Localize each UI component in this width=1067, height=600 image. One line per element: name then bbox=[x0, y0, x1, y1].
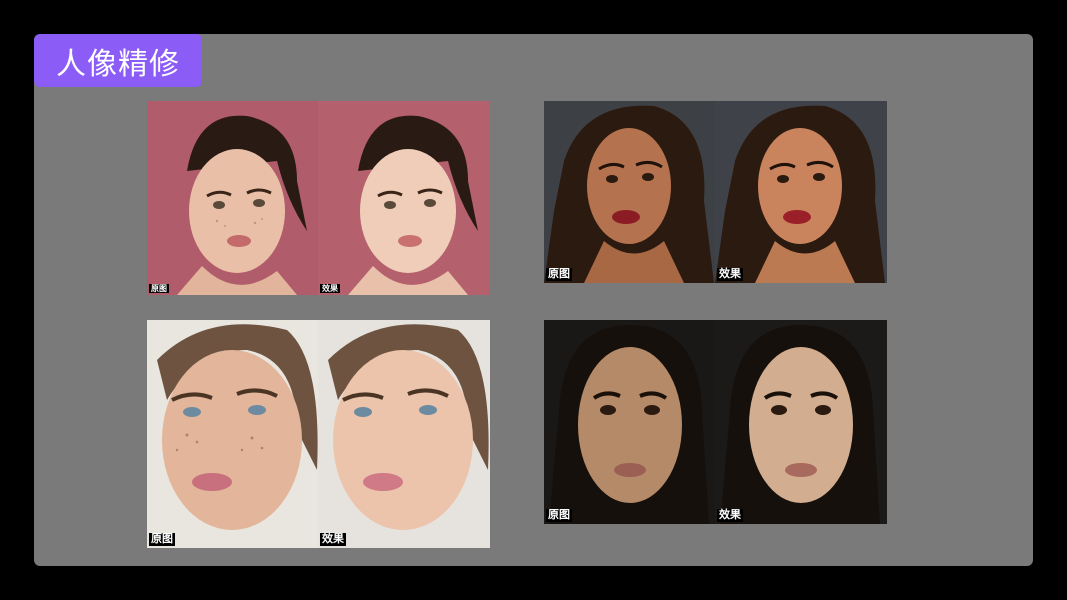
page-title: 人像精修 bbox=[56, 46, 180, 82]
portrait-image bbox=[544, 320, 715, 524]
example-pair-3: 原图 效果 bbox=[147, 320, 490, 548]
portrait-image bbox=[318, 101, 490, 295]
after-label: 效果 bbox=[320, 532, 346, 546]
before-photo[interactable]: 原图 bbox=[544, 320, 715, 524]
after-photo[interactable]: 效果 bbox=[715, 101, 887, 283]
before-label: 原图 bbox=[149, 532, 175, 546]
portrait-image bbox=[715, 101, 887, 283]
after-photo[interactable]: 效果 bbox=[318, 101, 490, 295]
before-photo[interactable]: 原图 bbox=[147, 101, 318, 295]
after-photo[interactable]: 效果 bbox=[318, 320, 490, 548]
after-label: 效果 bbox=[717, 267, 743, 281]
after-label: 效果 bbox=[320, 283, 340, 293]
example-pair-4: 原图 效果 bbox=[544, 320, 887, 524]
slide-panel: 人像精修 原图 效果 原图 效果 原图 效果 原图 效果 bbox=[34, 34, 1033, 566]
example-pair-2: 原图 效果 bbox=[544, 101, 887, 283]
portrait-image bbox=[147, 101, 318, 295]
before-label: 原图 bbox=[546, 267, 572, 281]
after-label: 效果 bbox=[717, 508, 743, 522]
title-badge: 人像精修 bbox=[34, 34, 202, 87]
before-photo[interactable]: 原图 bbox=[147, 320, 318, 548]
before-photo[interactable]: 原图 bbox=[544, 101, 715, 283]
example-pair-1: 原图 效果 bbox=[147, 101, 490, 295]
portrait-image bbox=[318, 320, 490, 548]
portrait-image bbox=[544, 101, 715, 283]
after-photo[interactable]: 效果 bbox=[715, 320, 887, 524]
before-label: 原图 bbox=[149, 283, 169, 293]
portrait-image bbox=[715, 320, 887, 524]
portrait-image bbox=[147, 320, 318, 548]
before-label: 原图 bbox=[546, 508, 572, 522]
